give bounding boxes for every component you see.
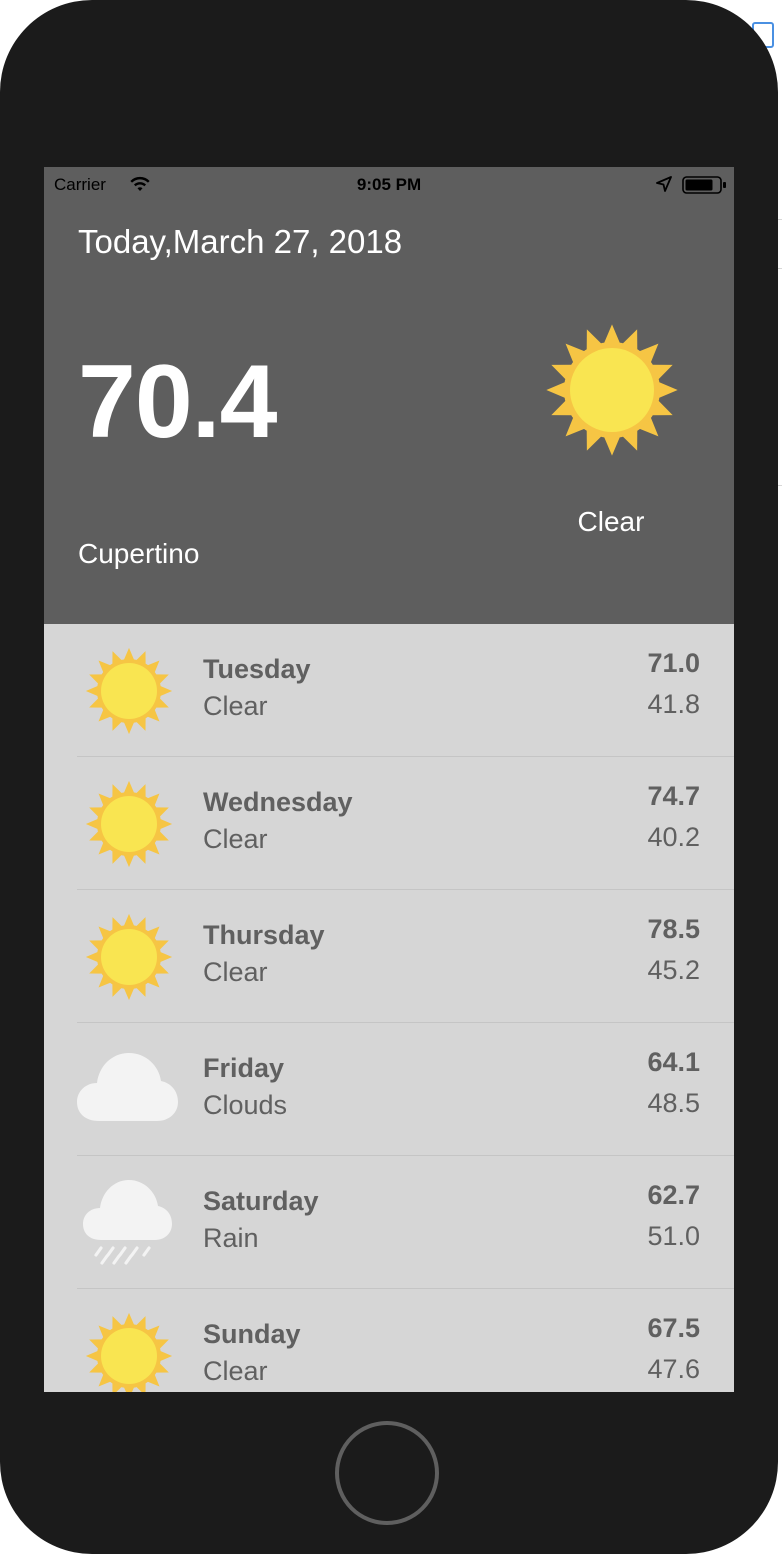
forecast-high: 74.7 xyxy=(647,781,700,811)
forecast-condition: Clear xyxy=(203,957,268,987)
forecast-high: 64.1 xyxy=(647,1047,700,1077)
forecast-condition: Clear xyxy=(203,691,268,721)
rain-cloud-icon xyxy=(83,1180,172,1265)
sun-icon xyxy=(85,647,173,735)
row-weather-icon xyxy=(77,1289,179,1392)
battery-icon xyxy=(682,176,726,194)
forecast-low: 41.8 xyxy=(647,689,700,719)
forecast-low: 40.2 xyxy=(647,822,700,852)
row-weather-icon xyxy=(77,1023,179,1156)
forecast-day: Wednesday xyxy=(203,787,353,817)
forecast-day: Saturday xyxy=(203,1186,319,1216)
current-condition: Clear xyxy=(577,506,645,537)
forecast-row-saturday[interactable]: Saturday Rain 62.7 51.0 xyxy=(77,1156,734,1289)
forecast-low: 48.5 xyxy=(647,1088,700,1118)
row-weather-icon xyxy=(77,757,179,890)
forecast-high: 67.5 xyxy=(647,1313,700,1343)
cloud-icon xyxy=(77,1053,178,1121)
status-time: 9:05 PM xyxy=(356,175,422,194)
forecast-row-wednesday[interactable]: Wednesday Clear 74.7 40.2 xyxy=(77,757,734,890)
sun-icon xyxy=(85,780,173,868)
sun-icon xyxy=(546,324,678,456)
row-weather-icon xyxy=(77,1156,179,1289)
current-weather-header: Carrier 9:05 PM Today,March 27, 2018 70.… xyxy=(44,167,734,624)
forecast-row-sunday[interactable]: Sunday Clear 67.5 47.6 xyxy=(77,1289,734,1392)
forecast-day: Thursday xyxy=(203,920,325,950)
status-bar: Carrier 9:05 PM xyxy=(44,167,734,203)
home-button[interactable] xyxy=(335,1421,439,1525)
sun-icon xyxy=(85,913,173,1001)
current-temperature: 70.4 xyxy=(78,344,277,460)
forecast-day: Sunday xyxy=(203,1319,301,1349)
forecast-condition: Clear xyxy=(203,1356,268,1386)
location-arrow-icon xyxy=(656,176,672,192)
forecast-row-friday[interactable]: Friday Clouds 64.1 48.5 xyxy=(77,1023,734,1156)
phone-frame: Carrier 9:05 PM Today,March 27, 2018 70.… xyxy=(0,0,778,1554)
forecast-day: Friday xyxy=(203,1053,285,1083)
forecast-condition: Clear xyxy=(203,824,268,854)
row-weather-icon xyxy=(77,624,179,757)
app-screen: Carrier 9:05 PM Today,March 27, 2018 70.… xyxy=(44,167,734,1392)
forecast-high: 62.7 xyxy=(647,1180,700,1210)
forecast-row-tuesday[interactable]: Tuesday Clear 71.0 41.8 xyxy=(77,624,734,757)
sun-icon xyxy=(85,1312,173,1392)
current-date: Today,March 27, 2018 xyxy=(78,223,403,260)
forecast-low: 45.2 xyxy=(647,955,700,985)
forecast-high: 71.0 xyxy=(647,648,700,678)
forecast-condition: Rain xyxy=(203,1223,259,1253)
forecast-low: 47.6 xyxy=(647,1354,700,1384)
row-weather-icon xyxy=(77,890,179,1023)
forecast-row-thursday[interactable]: Thursday Clear 78.5 45.2 xyxy=(77,890,734,1023)
city-name: Cupertino xyxy=(78,538,200,569)
forecast-low: 51.0 xyxy=(647,1221,700,1251)
forecast-condition: Clouds xyxy=(203,1090,288,1120)
forecast-high: 78.5 xyxy=(647,914,700,944)
forecast-day: Tuesday xyxy=(203,654,311,684)
